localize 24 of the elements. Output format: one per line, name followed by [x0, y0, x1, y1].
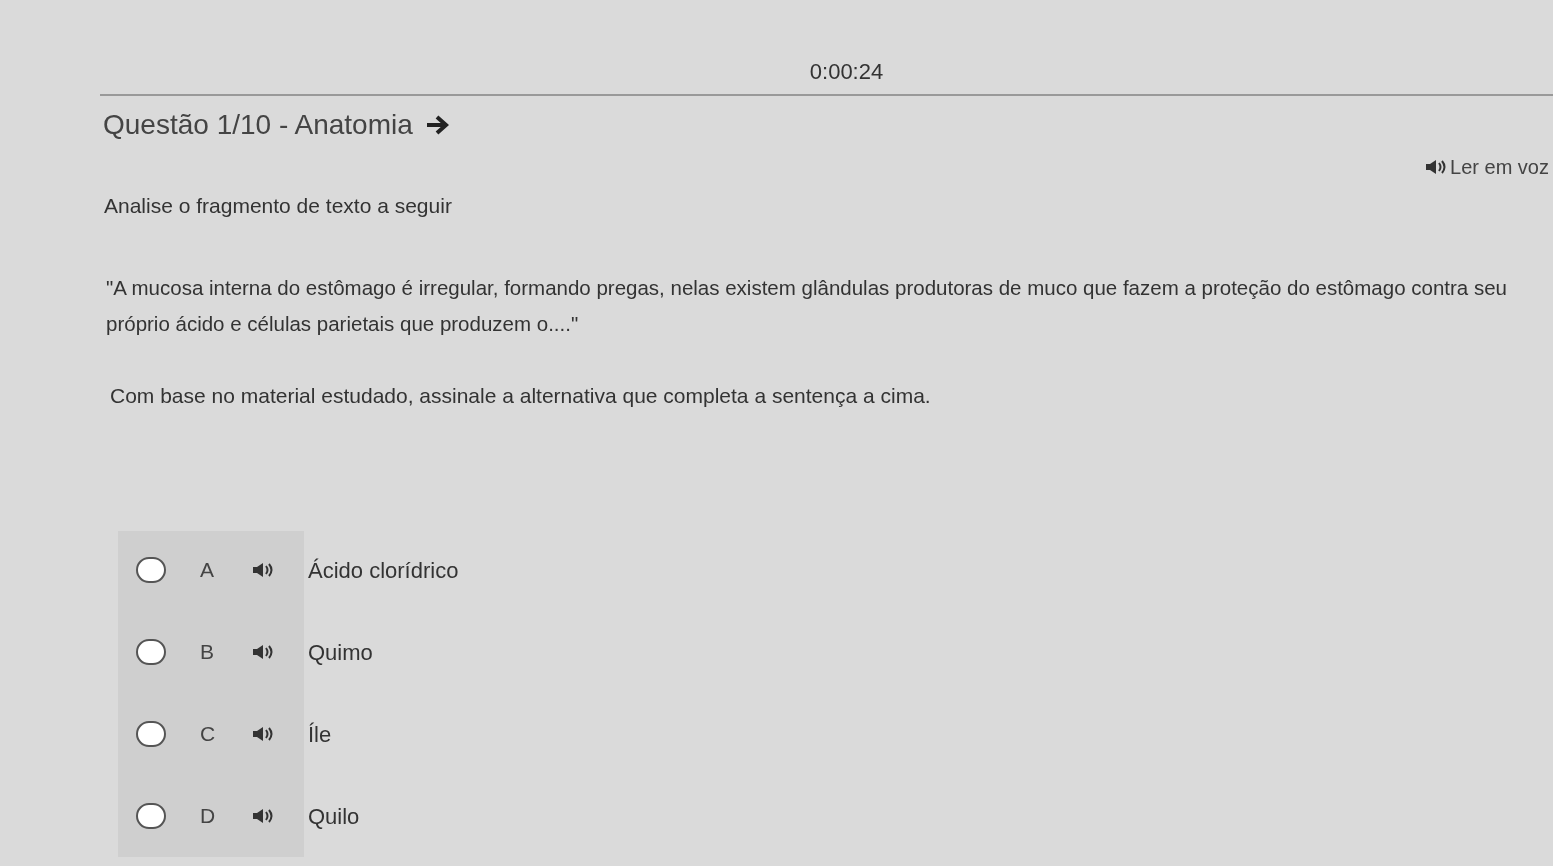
- radio-button[interactable]: [136, 557, 166, 583]
- option-text[interactable]: Íle: [308, 717, 332, 751]
- quote-text: "A mucosa interna do estômago é irregular, formando pregas, nelas existem glândulas produtoras de muco que fazem a proteção do estômago contra seu próprio ácido e células parietais que produzem o....": [106, 274, 1508, 337]
- option-letter: C: [200, 721, 217, 748]
- question-title: Questão 1/10 - Anatomia: [103, 108, 413, 142]
- option-letter: A: [200, 557, 215, 584]
- option-letter: B: [200, 639, 215, 666]
- option-text[interactable]: Ácido clorídrico: [308, 553, 459, 587]
- option-text[interactable]: Quilo: [308, 799, 360, 833]
- intro-text: Analise o fragmento de texto a seguir: [104, 193, 453, 219]
- speaker-icon: [1424, 158, 1447, 176]
- speaker-icon[interactable]: [250, 807, 274, 825]
- radio-button[interactable]: [136, 639, 166, 665]
- read-aloud-button[interactable]: Ler em voz: [1424, 152, 1549, 182]
- timer: 0:00:24: [809, 58, 884, 86]
- speaker-icon[interactable]: [250, 643, 274, 661]
- radio-button[interactable]: [136, 803, 166, 829]
- instruction-text: Com base no material estudado, assinale a alternativa que completa a sentença a cima.: [110, 382, 932, 409]
- arrow-right-icon[interactable]: [424, 114, 451, 136]
- radio-button[interactable]: [136, 721, 166, 747]
- option-letter: D: [200, 803, 217, 830]
- speaker-icon[interactable]: [250, 725, 274, 743]
- option-text[interactable]: Quimo: [308, 635, 373, 669]
- speaker-icon[interactable]: [250, 561, 274, 579]
